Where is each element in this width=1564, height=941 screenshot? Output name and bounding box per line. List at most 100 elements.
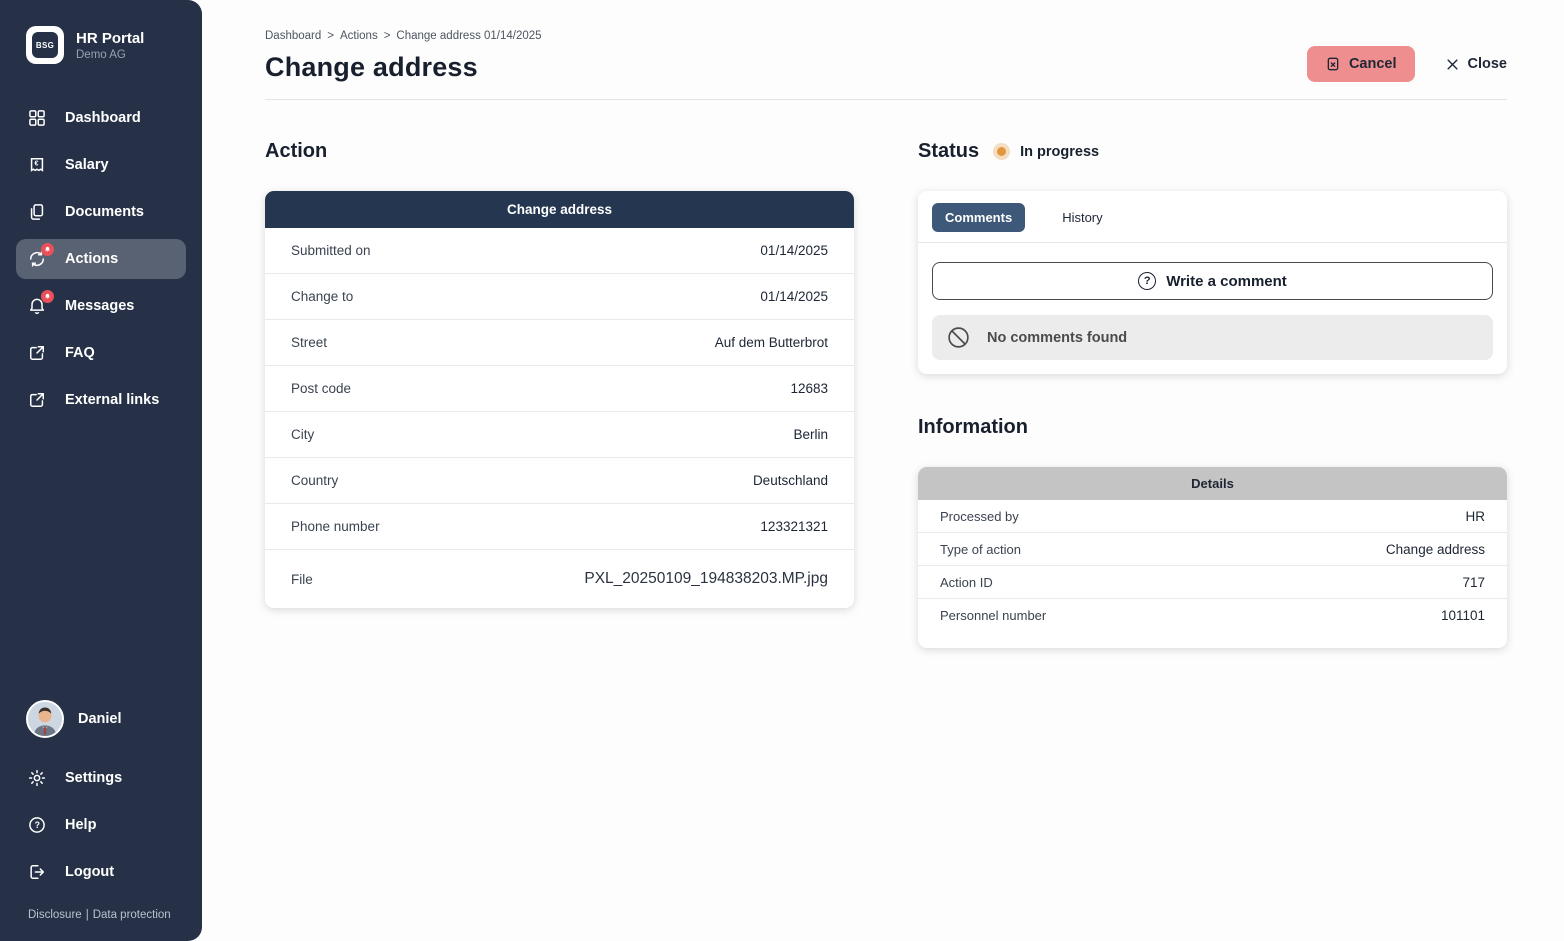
row-value: 01/14/2025 <box>760 289 828 304</box>
row-label: Type of action <box>940 542 1021 557</box>
breadcrumb-actions[interactable]: Actions <box>340 30 378 42</box>
messages-bell-icon <box>26 295 48 317</box>
sidebar-item-settings[interactable]: Settings <box>16 758 186 798</box>
data-protection-link[interactable]: Data protection <box>93 909 171 921</box>
row-value: 12683 <box>790 381 828 396</box>
action-table: Change address Submitted on 01/14/2025 C… <box>265 191 854 608</box>
sidebar-item-documents[interactable]: Documents <box>16 192 186 232</box>
sidebar-item-label: Salary <box>65 157 109 173</box>
sidebar-item-label: Messages <box>65 298 134 314</box>
write-comment-button[interactable]: ? Write a comment <box>932 262 1493 300</box>
app-subtitle: Demo AG <box>76 49 144 61</box>
table-row: Personnel number 101101 <box>918 599 1507 632</box>
sidebar-item-label: Settings <box>65 770 122 786</box>
sidebar-item-faq[interactable]: FAQ <box>16 333 186 373</box>
table-row: Post code 12683 <box>265 366 854 412</box>
table-row: Street Auf dem Butterbrot <box>265 320 854 366</box>
details-table: Details Processed by HR Type of action C… <box>918 467 1507 648</box>
salary-receipt-icon: € <box>26 154 48 176</box>
table-row: Submitted on 01/14/2025 <box>265 228 854 274</box>
close-button-label: Close <box>1468 56 1508 72</box>
sidebar-item-salary[interactable]: € Salary <box>16 145 186 185</box>
external-link-icon <box>26 342 48 364</box>
row-value: Deutschland <box>753 473 828 488</box>
table-row: Processed by HR <box>918 500 1507 533</box>
row-value: HR <box>1466 509 1486 524</box>
comment-help-icon: ? <box>1138 272 1156 290</box>
sidebar-item-label: Logout <box>65 864 114 880</box>
breadcrumb-dashboard[interactable]: Dashboard <box>265 30 321 42</box>
dashboard-grid-icon <box>26 107 48 129</box>
sidebar-item-actions[interactable]: Actions <box>16 239 186 279</box>
row-label: Change to <box>291 289 353 304</box>
sidebar-nav: Dashboard € Salary Documents <box>0 90 202 427</box>
breadcrumb: Dashboard > Actions > Change address 01/… <box>265 30 542 42</box>
breadcrumb-current[interactable]: Change address 01/14/2025 <box>396 30 541 42</box>
file-link[interactable]: PXL_20250109_194838203.MP.jpg <box>584 570 828 588</box>
cancel-button-label: Cancel <box>1349 56 1397 72</box>
status-label: In progress <box>1020 144 1099 160</box>
table-row: Type of action Change address <box>918 533 1507 566</box>
tab-comments[interactable]: Comments <box>932 203 1025 232</box>
action-table-header: Change address <box>265 191 854 228</box>
row-value: 123321321 <box>760 519 828 534</box>
sidebar-item-label: Documents <box>65 204 144 220</box>
table-row: Phone number 123321321 <box>265 504 854 550</box>
app-logo: BSG <box>26 26 64 64</box>
tab-history[interactable]: History <box>1049 203 1115 232</box>
row-value: Change address <box>1386 542 1485 557</box>
actions-sync-icon <box>26 248 48 270</box>
cancel-button[interactable]: Cancel <box>1307 46 1415 82</box>
no-comments-text: No comments found <box>987 330 1127 346</box>
prohibition-icon <box>946 325 971 350</box>
status-heading: Status <box>918 140 979 163</box>
sidebar-item-logout[interactable]: Logout <box>16 852 186 892</box>
status-info-column: Status In progress Comments History ? Wr… <box>918 140 1507 648</box>
sidebar-item-help[interactable]: ? Help <box>16 805 186 845</box>
sidebar-item-label: FAQ <box>65 345 95 361</box>
sidebar-item-dashboard[interactable]: Dashboard <box>16 98 186 138</box>
documents-icon <box>26 201 48 223</box>
table-row: City Berlin <box>265 412 854 458</box>
sidebar-item-label: Help <box>65 817 96 833</box>
user-name: Daniel <box>78 711 122 727</box>
breadcrumb-separator: > <box>327 30 334 42</box>
breadcrumb-separator: > <box>384 30 391 42</box>
close-button[interactable]: Close <box>1445 56 1508 72</box>
row-value: Auf dem Butterbrot <box>715 335 828 350</box>
table-row: Change to 01/14/2025 <box>265 274 854 320</box>
disclosure-link[interactable]: Disclosure <box>28 909 82 921</box>
svg-text:?: ? <box>35 820 40 830</box>
external-link-icon <box>26 389 48 411</box>
table-row: Country Deutschland <box>265 458 854 504</box>
action-heading: Action <box>265 140 854 163</box>
sidebar-item-label: Dashboard <box>65 110 141 126</box>
notification-badge <box>41 243 54 256</box>
close-icon <box>1445 57 1460 72</box>
sidebar-item-external-links[interactable]: External links <box>16 380 186 420</box>
sidebar-item-messages[interactable]: Messages <box>16 286 186 326</box>
svg-text:€: € <box>35 159 39 167</box>
page-header: Dashboard > Actions > Change address 01/… <box>265 30 1507 100</box>
row-label: File <box>291 572 313 587</box>
cancel-document-icon <box>1325 56 1341 72</box>
sidebar-footer-nav: Settings ? Help Logout <box>0 752 202 899</box>
user-profile[interactable]: Daniel <box>0 690 202 752</box>
gear-icon <box>26 767 48 789</box>
logout-icon <box>26 861 48 883</box>
row-label: City <box>291 427 314 442</box>
app-title: HR Portal <box>76 30 144 47</box>
row-label: Processed by <box>940 509 1019 524</box>
row-value: 717 <box>1462 575 1485 590</box>
legal-separator: | <box>86 909 89 921</box>
legal-links: Disclosure | Data protection <box>0 899 202 941</box>
notification-badge <box>41 290 54 303</box>
row-label: Street <box>291 335 327 350</box>
sidebar-item-label: External links <box>65 392 159 408</box>
table-row-file: File PXL_20250109_194838203.MP.jpg <box>265 550 854 608</box>
page-title: Change address <box>265 52 542 83</box>
row-value: Berlin <box>793 427 828 442</box>
table-row: Action ID 717 <box>918 566 1507 599</box>
row-label: Action ID <box>940 575 993 590</box>
information-heading: Information <box>918 416 1507 439</box>
